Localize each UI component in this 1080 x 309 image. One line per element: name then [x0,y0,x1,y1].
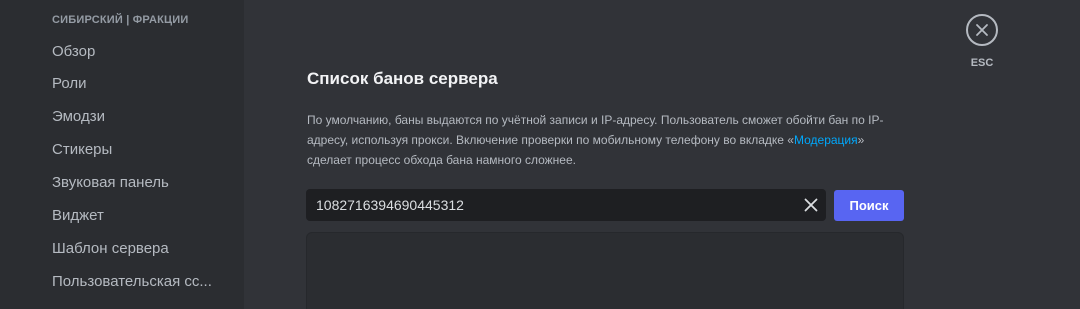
sidebar-item-server-template[interactable]: Шаблон сервера [44,234,230,264]
sidebar: СИБИРСКИЙ | ФРАКЦИИ Обзор Роли Эмодзи Ст… [0,0,244,309]
sidebar-item-stickers[interactable]: Стикеры [44,135,230,165]
sidebar-item-soundboard[interactable]: Звуковая панель [44,168,230,198]
esc-label: ESC [970,57,994,69]
ban-list-description: По умолчанию, баны выдаются по учётной з… [307,110,912,170]
sidebar-item-widget[interactable]: Виджет [44,201,230,231]
search-button[interactable]: Поиск [834,190,904,221]
ban-search-input[interactable] [306,189,786,221]
main-content: Список банов сервера По умолчанию, баны … [244,0,1080,309]
sidebar-item-emoji[interactable]: Эмодзи [44,102,230,132]
sidebar-server-header: СИБИРСКИЙ | ФРАКЦИИ [52,14,189,26]
sidebar-item-roles[interactable]: Роли [44,69,230,99]
page-title: Список банов сервера [307,69,498,88]
sidebar-item-overview[interactable]: Обзор [44,37,230,67]
close-icon [976,24,988,36]
settings-window: СИБИРСКИЙ | ФРАКЦИИ Обзор Роли Эмодзи Ст… [0,0,1080,309]
clear-icon[interactable] [802,196,820,214]
ban-list-panel [306,232,904,309]
moderation-link[interactable]: Модерация [794,133,858,147]
close-button[interactable] [966,14,998,46]
ban-search-box [306,189,826,221]
sidebar-item-custom-link[interactable]: Пользовательская сс... [44,267,230,297]
